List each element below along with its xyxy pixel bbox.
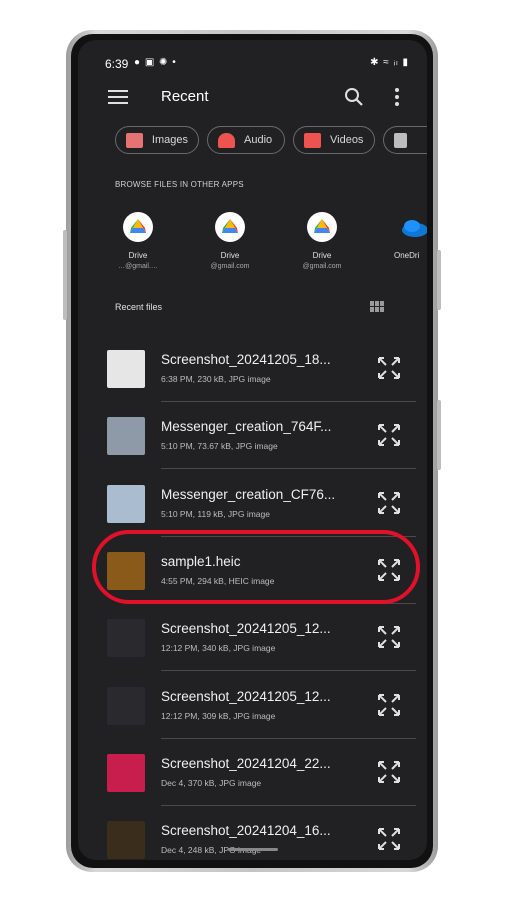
expand-icon[interactable] [377,625,401,649]
app-onedrive[interactable]: OneDri [374,212,427,260]
app-name: Drive [128,251,148,260]
row-divider [161,670,416,672]
grid-view-icon[interactable] [370,301,385,312]
file-name: Messenger_creation_CF76... [161,486,336,502]
google-drive-icon [123,212,153,242]
expand-icon[interactable] [377,827,401,851]
row-divider [161,468,416,470]
chip-audio-label: Audio [244,134,273,146]
app-name: OneDri [394,251,420,260]
chip-videos[interactable]: Videos [293,126,375,154]
file-thumbnail [107,484,145,523]
hamburger-menu-icon[interactable] [108,90,128,104]
row-divider [161,737,416,739]
chip-audio[interactable]: Audio [207,126,285,154]
file-row[interactable]: Messenger_creation_764F... 5:10 PM, 73.67… [78,403,427,470]
page-title: Recent [161,88,209,105]
file-row[interactable]: Screenshot_20241205_12... 12:12 PM, 340 k… [78,605,427,672]
row-divider [161,804,416,806]
file-thumbnail [107,753,145,792]
expand-icon[interactable] [377,423,401,447]
file-meta: 5:10 PM, 119 kB, JPG image [161,508,270,519]
file-row[interactable]: Screenshot_20241205_18... 6:38 PM, 230 kB… [78,336,427,402]
app-name: Drive [220,251,240,260]
row-divider [161,401,416,402]
file-name: Messenger_creation_764F... [161,419,332,435]
onedrive-icon [398,212,427,242]
highlight-annotation [92,530,420,604]
app-account: @gmail.com [210,263,250,270]
file-meta: 5:10 PM, 73.67 kB, JPG image [161,441,278,452]
expand-icon[interactable] [377,760,401,784]
search-icon[interactable] [344,87,364,107]
side-button-right-lower [437,400,441,470]
file-thumbnail [107,821,145,860]
status-bar: 6:39 ● ▣ ✺ • ✱ ≈ ᵢₗ ▮ [78,40,427,80]
app-account: …@gmail.… [118,263,158,270]
file-meta: 6:38 PM, 230 kB, JPG image [161,374,271,384]
system-status-icons: ✱ ≈ ᵢₗ ▮ [370,57,409,68]
expand-icon[interactable] [377,491,401,515]
file-name: Screenshot_20241205_12... [161,621,331,637]
image-icon [126,132,143,148]
chip-images-label: Images [151,134,188,146]
google-drive-icon [215,212,245,242]
file-name: Screenshot_20241205_18... [161,352,331,367]
file-row[interactable]: Screenshot_20241204_22... Dec 4, 370 kB, … [78,740,427,806]
chip-videos-label: Videos [330,134,364,146]
chip-images[interactable]: Images [115,126,199,154]
gesture-handle [228,848,278,851]
file-thumbnail [107,350,145,388]
file-row[interactable]: Screenshot_20241204_16... Dec 4, 248 kB, … [78,807,427,860]
file-row[interactable]: Messenger_creation_CF76... 5:10 PM, 119 k… [78,471,427,537]
google-drive-icon [307,212,337,242]
file-row[interactable]: Screenshot_20241205_12... 12:12 PM, 309 k… [78,673,427,739]
headphones-icon [218,132,235,148]
file-meta: 12:12 PM, 309 kB, JPG image [161,710,276,721]
app-drive-2[interactable]: Drive @gmail.com [190,212,270,270]
file-meta: Dec 4, 370 kB, JPG image [161,777,262,788]
file-name: Screenshot_20241205_12... [161,688,331,704]
browse-section-label: BROWSE FILES IN OTHER APPS [115,180,244,189]
recent-files-label: Recent files [115,302,163,312]
chip-documents[interactable] [383,126,427,154]
video-icon [304,132,321,148]
more-options-icon[interactable] [394,88,400,106]
side-button-left [63,230,67,320]
app-drive-1[interactable]: Drive …@gmail.… [98,212,178,270]
file-thumbnail [107,417,145,456]
file-name: Screenshot_20241204_22... [161,755,331,771]
expand-icon[interactable] [377,356,401,380]
app-account: @gmail.com [302,263,342,270]
side-button-right [437,250,441,310]
phone-screen: 6:39 ● ▣ ✺ • ✱ ≈ ᵢₗ ▮ Recent Images Audi… [78,40,427,860]
app-name: Drive [312,251,332,260]
expand-icon[interactable] [377,693,401,717]
file-meta: 12:12 PM, 340 kB, JPG image [161,643,276,654]
document-icon [394,132,407,148]
status-time: 6:39 [105,57,129,71]
file-thumbnail [107,619,145,658]
app-drive-3[interactable]: Drive @gmail.com [282,212,362,270]
file-thumbnail [107,686,145,725]
notification-icons: ● ▣ ✺ • [134,57,177,68]
file-name: Screenshot_20241204_16... [161,823,331,839]
